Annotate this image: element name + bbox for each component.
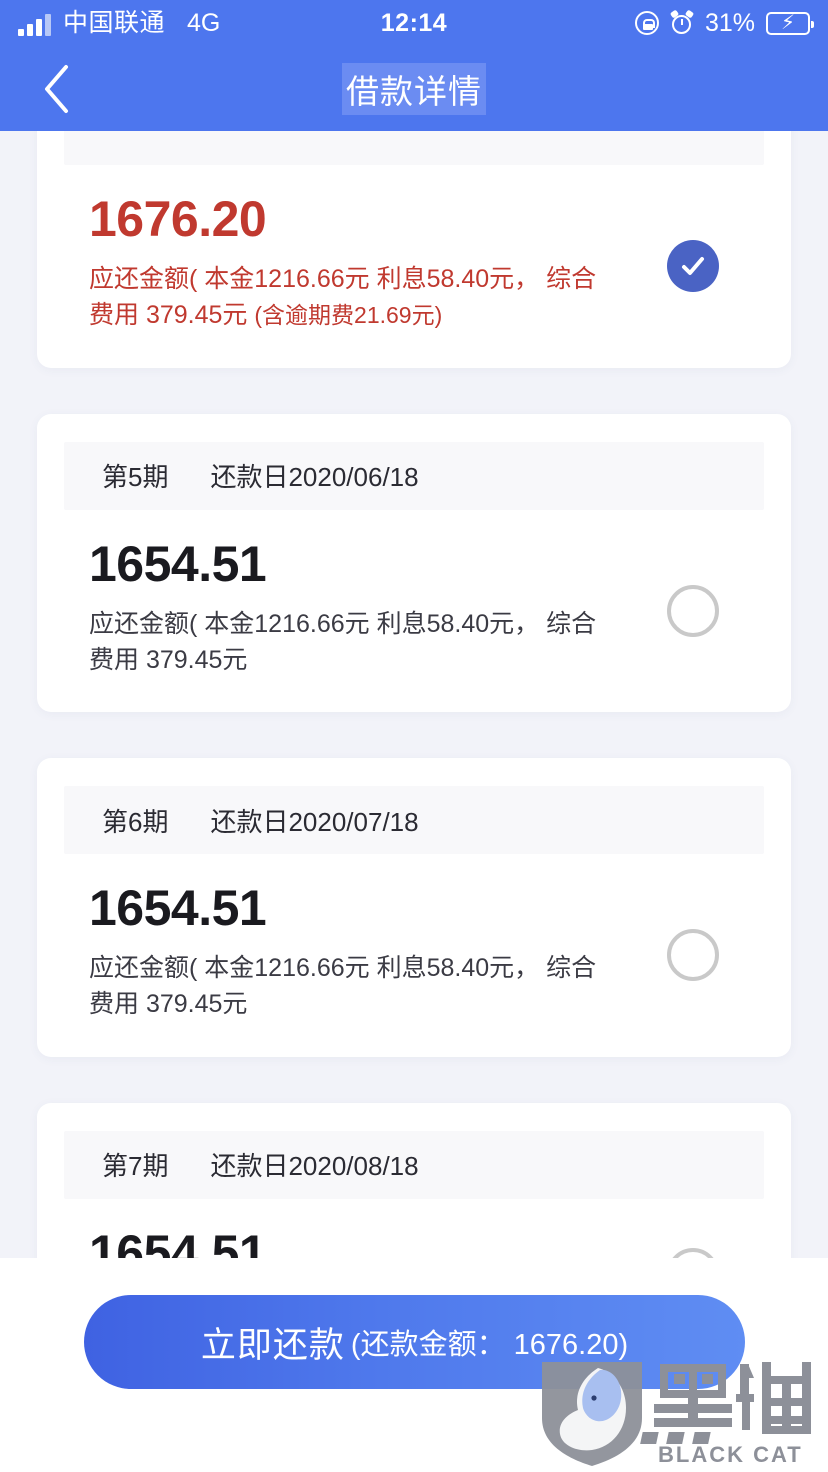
installment-term-label: 第5期	[102, 462, 169, 492]
repay-now-button[interactable]: 立即还款 (还款金额： 1676.20)	[84, 1295, 745, 1389]
installment-amount: 1654.51	[89, 535, 267, 592]
installment-card[interactable]: 第6期 还款日2020/07/18 1654.51 应还金额( 本金1216.6…	[37, 758, 791, 1057]
installment-select-radio[interactable]	[667, 584, 719, 637]
installment-term-label: 第7期	[102, 1151, 169, 1181]
installment-select-radio[interactable]	[667, 240, 719, 293]
installment-amount: 1676.20	[89, 191, 267, 247]
installment-late-fee-note: (含逾期费21.69元)	[254, 302, 443, 329]
battery-charging-icon: ⚡	[766, 11, 814, 35]
installment-breakdown-text: 应还金额( 本金1216.66元 利息58.40元， 综合费用 379.45元	[89, 954, 597, 1019]
installment-card-header	[64, 131, 764, 165]
installment-card-body: 1654.51 应还金额( 本金1216.66元 利息58.40元， 综合费用 …	[37, 510, 791, 713]
installment-due-date-label: 还款日2020/07/18	[210, 806, 419, 837]
rotation-lock-icon	[634, 11, 659, 35]
repay-now-label: 立即还款	[200, 1325, 345, 1365]
installment-card[interactable]: 第5期 还款日2020/06/18 1654.51 应还金额( 本金1216.6…	[37, 413, 791, 713]
installment-card-header: 第5期 还款日2020/06/18	[64, 441, 764, 510]
check-icon	[677, 250, 709, 282]
status-bar: 中国联通 4G 12:14 31% ⚡	[0, 0, 828, 46]
phone-screen: 中国联通 4G 12:14 31% ⚡ 借款详情 1676.20 应还金额(本…	[0, 0, 828, 1472]
battery-percent-label: 31%	[704, 8, 755, 37]
installment-card-body: 1654.51	[37, 1199, 791, 1258]
bottom-action-bar: 立即还款 (还款金额： 1676.20)	[0, 1258, 828, 1472]
installment-card-header: 第6期 还款日2020/07/18	[64, 786, 764, 854]
page-title: 借款详情	[342, 62, 486, 115]
status-bar-right: 31% ⚡	[634, 8, 814, 37]
alarm-clock-icon	[669, 9, 695, 35]
installment-term-label: 第6期	[102, 806, 169, 837]
navigation-bar: 借款详情	[0, 46, 828, 131]
installment-card[interactable]: 1676.20 应还金额( 本金1216.66元 利息58.40元， 综合费用 …	[37, 131, 791, 368]
installment-select-radio[interactable]	[667, 929, 719, 982]
chevron-left-icon	[42, 64, 70, 114]
installment-card[interactable]: 第7期 还款日2020/08/18 1654.51	[37, 1102, 791, 1258]
installment-amount: 1654.51	[89, 880, 267, 936]
installment-list[interactable]: 1676.20 应还金额( 本金1216.66元 利息58.40元， 综合费用 …	[0, 131, 828, 1258]
installment-breakdown-text: 应还金额( 本金1216.66元 利息58.40元， 综合费用 379.45元	[89, 609, 597, 674]
back-button[interactable]	[34, 64, 78, 114]
installment-card-header: 第7期 还款日2020/08/18	[64, 1130, 764, 1199]
installment-due-date-label: 还款日2020/08/18	[210, 1151, 419, 1181]
installment-due-date-label: 还款日2020/06/18	[210, 462, 419, 492]
repay-amount-label: (还款金额： 1676.20)	[350, 1329, 629, 1361]
installment-card-body: 1654.51 应还金额( 本金1216.66元 利息58.40元， 综合费用 …	[37, 854, 791, 1057]
installment-card-body: 1676.20 应还金额( 本金1216.66元 利息58.40元， 综合费用 …	[37, 165, 791, 368]
